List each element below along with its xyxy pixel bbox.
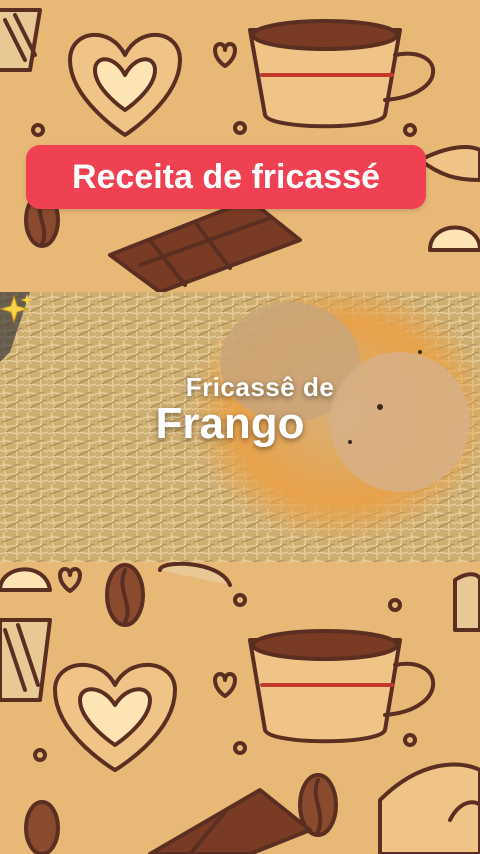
recipe-title-text: Receita de fricassé (71, 157, 381, 196)
overlay-title-line2: Frango (155, 399, 305, 448)
heart-cookie-icon (53, 662, 177, 772)
cupcake-icon (0, 8, 42, 72)
heart-cookie-icon (68, 32, 182, 137)
video-player[interactable]: Fricassê de Frango (0, 292, 480, 562)
chocolate-bar-icon (108, 198, 302, 294)
recipe-title-banner: Receita de fricassé (26, 145, 426, 209)
video-overlay-title: Fricassê de Frango (0, 372, 480, 448)
coffee-cup-icon (248, 19, 436, 129)
chocolate-bar-icon (148, 788, 312, 854)
sparkle-icon (0, 294, 33, 324)
coffee-cup-icon (248, 629, 436, 744)
cupcake-icon (0, 567, 52, 702)
